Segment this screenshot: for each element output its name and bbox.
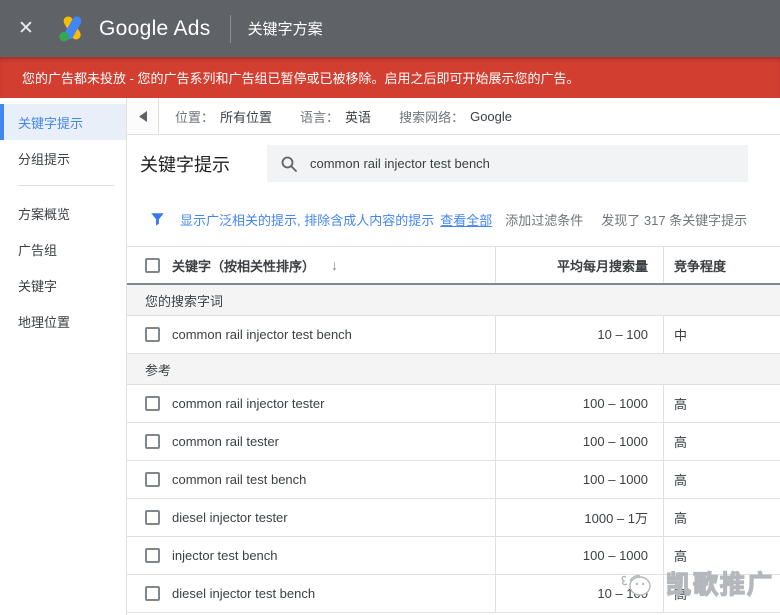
sidebar-item-ad-groups[interactable]: 广告组 xyxy=(0,231,126,267)
table-row[interactable]: diesel injector test bench 10 – 100 高 xyxy=(127,575,780,613)
sidebar-item-plan-overview[interactable]: 方案概览 xyxy=(0,195,126,231)
result-count: 发现了 317 条关键字提示 xyxy=(601,212,748,228)
avg-monthly-searches: 100 – 1000 xyxy=(495,537,663,574)
competition-value: 高 xyxy=(663,461,780,498)
sidebar-item-label: 关键字提示 xyxy=(18,115,84,131)
alert-text: 您的广告都未投放 - 您的广告系列和广告组已暂停或已被移除。启用之后即可开始展示… xyxy=(22,71,580,86)
back-button[interactable] xyxy=(127,98,159,134)
keyword-text: common rail tester xyxy=(172,434,279,449)
section-heading: 关键字提示 xyxy=(140,154,230,175)
competition-value: 高 xyxy=(663,575,780,612)
table-row[interactable]: diesel injector tester 1000 – 1万 高 xyxy=(127,499,780,537)
sidebar-item-label: 地理位置 xyxy=(18,314,71,330)
competition-value: 高 xyxy=(663,537,780,574)
row-checkbox[interactable] xyxy=(145,548,160,563)
add-filter-button[interactable]: 添加过滤条件 xyxy=(505,210,583,229)
sidebar: 关键字提示 分组提示 方案概览 广告组 关键字 地理位置 xyxy=(0,98,127,615)
row-checkbox[interactable] xyxy=(145,472,160,487)
keyword-text: common rail injector test bench xyxy=(172,327,352,342)
filter-icon xyxy=(151,212,164,226)
ads-paused-alert-banner: 您的广告都未投放 - 您的广告系列和广告组已暂停或已被移除。启用之后即可开始展示… xyxy=(0,57,780,98)
table-row[interactable]: injector test bench 100 – 1000 高 xyxy=(127,537,780,575)
avg-monthly-searches: 100 – 1000 xyxy=(495,461,663,498)
language-setting[interactable]: 语言： 英语 xyxy=(300,107,371,126)
competition-column-header[interactable]: 竞争程度 xyxy=(663,247,780,283)
title-row: 关键字提示 common rail injector test bench xyxy=(127,135,780,192)
avg-monthly-searches: 10 – 100 xyxy=(495,316,663,353)
back-arrow-icon xyxy=(138,110,147,122)
search-query-text: common rail injector test bench xyxy=(310,156,490,171)
table-row[interactable]: common rail test bench 100 – 1000 高 xyxy=(127,461,780,499)
sort-descending-icon[interactable]: ↓ xyxy=(331,257,338,273)
competition-value: 高 xyxy=(663,499,780,536)
keyword-text: common rail test bench xyxy=(172,472,307,487)
section-header-your-terms: 您的搜索字词 xyxy=(127,285,780,316)
table-row[interactable]: common rail injector tester 100 – 1000 高 xyxy=(127,385,780,423)
keyword-search-input[interactable]: common rail injector test bench xyxy=(267,145,748,182)
row-checkbox[interactable] xyxy=(145,510,160,525)
location-label: 位置： xyxy=(175,109,215,125)
row-checkbox[interactable] xyxy=(145,396,160,411)
competition-value: 中 xyxy=(663,316,780,353)
keyword-text: injector test bench xyxy=(172,548,278,563)
keyword-column-header: 关键字（按相关性排序） xyxy=(172,258,316,274)
section-title: 您的搜索字词 xyxy=(145,293,224,309)
avg-monthly-searches: 100 – 1000 xyxy=(495,385,663,422)
location-value: 所有位置 xyxy=(220,109,273,125)
keyword-ideas-table: 关键字（按相关性排序） ↓ 平均每月搜索量 竞争程度 您的搜索字词 common… xyxy=(127,246,780,613)
sidebar-item-label: 广告组 xyxy=(18,242,58,258)
select-all-checkbox[interactable] xyxy=(145,257,160,273)
main-panel: 位置： 所有位置 语言： 英语 搜索网络： Google 关键字提示 commo… xyxy=(127,98,780,615)
sidebar-item-keywords[interactable]: 关键字 xyxy=(0,267,126,303)
competition-value: 高 xyxy=(663,423,780,460)
network-setting[interactable]: 搜索网络： Google xyxy=(399,107,512,126)
page-title: 关键字方案 xyxy=(247,21,323,38)
table-row[interactable]: common rail injector test bench 10 – 100… xyxy=(127,316,780,354)
section-header-reference: 参考 xyxy=(127,354,780,385)
table-header: 关键字（按相关性排序） ↓ 平均每月搜索量 竞争程度 xyxy=(127,247,780,285)
keyword-text: diesel injector test bench xyxy=(172,586,316,601)
network-label: 搜索网络： xyxy=(399,109,465,125)
keyword-text: diesel injector tester xyxy=(172,510,288,525)
language-value: 英语 xyxy=(345,109,372,125)
language-label: 语言： xyxy=(300,109,340,125)
view-all-link[interactable]: 查看全部 xyxy=(440,210,492,229)
sidebar-divider xyxy=(18,185,114,186)
avg-monthly-searches: 100 – 1000 xyxy=(495,423,663,460)
keyword-text: common rail injector tester xyxy=(172,396,325,411)
sidebar-item-label: 方案概览 xyxy=(18,206,71,222)
section-title: 参考 xyxy=(145,362,172,378)
network-value: Google xyxy=(470,108,512,124)
brand-title: Google Ads xyxy=(99,16,211,40)
targeting-toolbar: 位置： 所有位置 语言： 英语 搜索网络： Google xyxy=(127,98,780,135)
table-row[interactable]: common rail tester 100 – 1000 高 xyxy=(127,423,780,461)
sidebar-item-grouped-ideas[interactable]: 分组提示 xyxy=(0,140,126,176)
filter-hint-text: 显示广泛相关的提示, 排除含成人内容的提示 xyxy=(180,212,435,228)
search-icon xyxy=(281,156,297,172)
row-checkbox[interactable] xyxy=(145,327,160,342)
competition-value: 高 xyxy=(663,385,780,422)
filter-bar: 显示广泛相关的提示, 排除含成人内容的提示 查看全部 添加过滤条件 发现了 31… xyxy=(127,192,780,246)
sidebar-item-keyword-ideas[interactable]: 关键字提示 xyxy=(0,104,126,140)
row-checkbox[interactable] xyxy=(145,434,160,449)
sidebar-item-locations[interactable]: 地理位置 xyxy=(0,303,126,339)
top-bar: ✕ Google Ads 关键字方案 xyxy=(0,0,780,57)
location-setting[interactable]: 位置： 所有位置 xyxy=(175,107,272,126)
sidebar-item-label: 分组提示 xyxy=(18,151,71,167)
avg-monthly-searches: 1000 – 1万 xyxy=(495,499,663,536)
row-checkbox[interactable] xyxy=(145,586,160,601)
google-ads-keyword-planner: ✕ Google Ads 关键字方案 您的广告都未投放 - 您的广告系列和广告组… xyxy=(0,0,780,615)
google-ads-logo-icon xyxy=(59,16,82,42)
sidebar-item-label: 关键字 xyxy=(18,278,58,294)
close-icon[interactable]: ✕ xyxy=(18,19,44,38)
avg-monthly-searches: 10 – 100 xyxy=(495,575,663,612)
topbar-divider xyxy=(229,14,231,43)
volume-column-header[interactable]: 平均每月搜索量 xyxy=(495,247,663,283)
